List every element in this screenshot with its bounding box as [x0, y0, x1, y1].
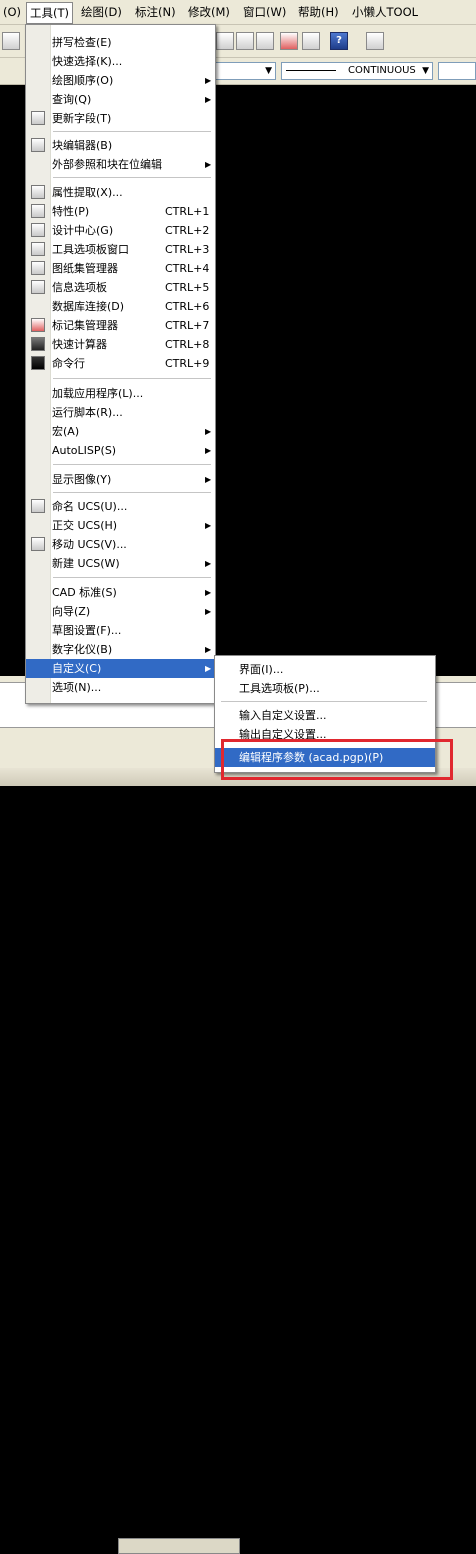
menu-item-quick-select[interactable]: 快速选择(K)...	[26, 52, 215, 71]
calculator-icon	[31, 337, 45, 351]
menu-modify[interactable]: 修改(M)	[185, 3, 233, 21]
menu-item-named-ucs[interactable]: 命名 UCS(U)...	[26, 497, 215, 516]
menu-item-update-fields[interactable]: 更新字段(T)	[26, 109, 215, 128]
menu-item-sheet-set-manager[interactable]: 图纸集管理器 CTRL+4	[26, 259, 215, 278]
submenu-arrow-icon: ▶	[205, 664, 212, 673]
match-properties-icon[interactable]	[2, 32, 20, 50]
annotation-highlight-box	[221, 739, 453, 780]
menu-item-orthographic-ucs[interactable]: 正交 UCS(H) ▶	[26, 516, 215, 535]
menu-separator	[53, 177, 211, 178]
update-field-icon	[31, 111, 45, 125]
calculator-toolbar-icon[interactable]	[302, 32, 320, 50]
submenu-arrow-icon: ▶	[205, 645, 212, 654]
sheet-set-icon	[31, 261, 45, 275]
menu-item-autolisp[interactable]: AutoLISP(S) ▶	[26, 441, 215, 460]
menu-item-inquiry[interactable]: 查询(Q) ▶	[26, 90, 215, 109]
info-palette-icon	[31, 280, 45, 294]
menu-tools[interactable]: 工具(T)	[26, 2, 73, 24]
submenu-arrow-icon: ▶	[205, 95, 212, 104]
menu-format-partial[interactable]: (O)	[0, 3, 24, 21]
submenu-arrow-icon: ▶	[205, 446, 212, 455]
menu-draw[interactable]: 绘图(D)	[78, 3, 125, 21]
taskbar-button[interactable]	[118, 1538, 240, 1554]
tool-palette-toolbar-icon[interactable]	[256, 32, 274, 50]
line-preview	[286, 70, 336, 71]
menu-item-options[interactable]: 选项(N)...	[26, 678, 215, 697]
menu-item-draw-order[interactable]: 绘图顺序(O) ▶	[26, 71, 215, 90]
command-line-icon	[31, 356, 45, 370]
submenu-arrow-icon: ▶	[205, 521, 212, 530]
menu-item-run-script[interactable]: 运行脚本(R)...	[26, 403, 215, 422]
menu-item-db-connect[interactable]: 数据库连接(D) CTRL+6	[26, 297, 215, 316]
menu-item-cad-standards[interactable]: CAD 标准(S) ▶	[26, 583, 215, 602]
menu-item-markup-set-manager[interactable]: 标记集管理器 CTRL+7	[26, 316, 215, 335]
menu-item-design-center[interactable]: 设计中心(G) CTRL+2	[26, 221, 215, 240]
block-editor-icon	[31, 138, 45, 152]
tool-palette-icon	[31, 242, 45, 256]
menu-lazy-tool[interactable]: 小懒人TOOL	[349, 3, 421, 21]
menu-item-drafting-settings[interactable]: 草图设置(F)...	[26, 621, 215, 640]
menu-dimension[interactable]: 标注(N)	[132, 3, 179, 21]
menu-item-wizards[interactable]: 向导(Z) ▶	[26, 602, 215, 621]
design-center-toolbar-icon[interactable]	[236, 32, 254, 50]
linetype-value: CONTINUOUS	[348, 65, 416, 76]
menu-separator	[53, 131, 211, 132]
menu-item-xref-edit[interactable]: 外部参照和块在位编辑 ▶	[26, 155, 215, 174]
menu-item-properties[interactable]: 特性(P) CTRL+1	[26, 202, 215, 221]
menu-item-new-ucs[interactable]: 新建 UCS(W) ▶	[26, 554, 215, 573]
menu-item-quick-calc[interactable]: 快速计算器 CTRL+8	[26, 335, 215, 354]
chevron-down-icon: ▼	[422, 66, 429, 76]
submenu-arrow-icon: ▶	[205, 427, 212, 436]
submenu-item-interface[interactable]: 界面(I)...	[215, 660, 435, 679]
menu-item-macro[interactable]: 宏(A) ▶	[26, 422, 215, 441]
chevron-down-icon: ▼	[265, 66, 272, 76]
submenu-arrow-icon: ▶	[205, 559, 212, 568]
lineweight-combo[interactable]	[438, 62, 476, 80]
menu-window[interactable]: 窗口(W)	[240, 3, 289, 21]
linetype-combo[interactable]: CONTINUOUS ▼	[281, 62, 433, 80]
submenu-arrow-icon: ▶	[205, 607, 212, 616]
linetype-scale-combo[interactable]: ▼	[214, 62, 276, 80]
attribute-extract-icon	[31, 185, 45, 199]
submenu-arrow-icon: ▶	[205, 76, 212, 85]
menu-item-info-palette[interactable]: 信息选项板 CTRL+5	[26, 278, 215, 297]
move-ucs-icon	[31, 537, 45, 551]
properties-icon	[31, 204, 45, 218]
menu-separator	[53, 492, 211, 493]
submenu-arrow-icon: ▶	[205, 160, 212, 169]
markup-toolbar-icon[interactable]	[280, 32, 298, 50]
menu-help[interactable]: 帮助(H)	[295, 3, 342, 21]
named-ucs-icon	[31, 499, 45, 513]
tools-menu: 拼写检查(E) 快速选择(K)... 绘图顺序(O) ▶ 查询(Q) ▶ 更新字段(…	[25, 24, 216, 704]
menu-item-move-ucs[interactable]: 移动 UCS(V)...	[26, 535, 215, 554]
submenu-item-tool-palettes[interactable]: 工具选项板(P)...	[215, 679, 435, 698]
menu-item-command-line[interactable]: 命令行 CTRL+9	[26, 354, 215, 373]
menu-item-tool-palettes[interactable]: 工具选项板窗口 CTRL+3	[26, 240, 215, 259]
markup-set-icon	[31, 318, 45, 332]
menu-separator	[53, 378, 211, 379]
design-center-icon	[31, 223, 45, 237]
menu-item-block-editor[interactable]: 块编辑器(B)	[26, 136, 215, 155]
properties-toolbar-icon[interactable]	[216, 32, 234, 50]
menu-item-display-image[interactable]: 显示图像(Y) ▶	[26, 470, 215, 489]
submenu-arrow-icon: ▶	[205, 588, 212, 597]
menu-separator	[53, 577, 211, 578]
menu-bar: (O) 工具(T) 绘图(D) 标注(N) 修改(M) 窗口(W) 帮助(H) …	[0, 0, 476, 25]
help-icon[interactable]: ?	[330, 32, 348, 50]
submenu-item-import-customizations[interactable]: 输入自定义设置...	[215, 706, 435, 725]
menu-item-load-application[interactable]: 加载应用程序(L)...	[26, 384, 215, 403]
submenu-arrow-icon: ▶	[205, 475, 212, 484]
menu-item-customize[interactable]: 自定义(C) ▶	[26, 659, 215, 678]
menu-item-tablet[interactable]: 数字化仪(B) ▶	[26, 640, 215, 659]
menu-item-spell-check[interactable]: 拼写检查(E)	[26, 33, 215, 52]
text-style-icon[interactable]	[366, 32, 384, 50]
menu-separator	[53, 464, 211, 465]
menu-item-attribute-extract[interactable]: 属性提取(X)...	[26, 183, 215, 202]
menu-separator	[221, 701, 427, 702]
